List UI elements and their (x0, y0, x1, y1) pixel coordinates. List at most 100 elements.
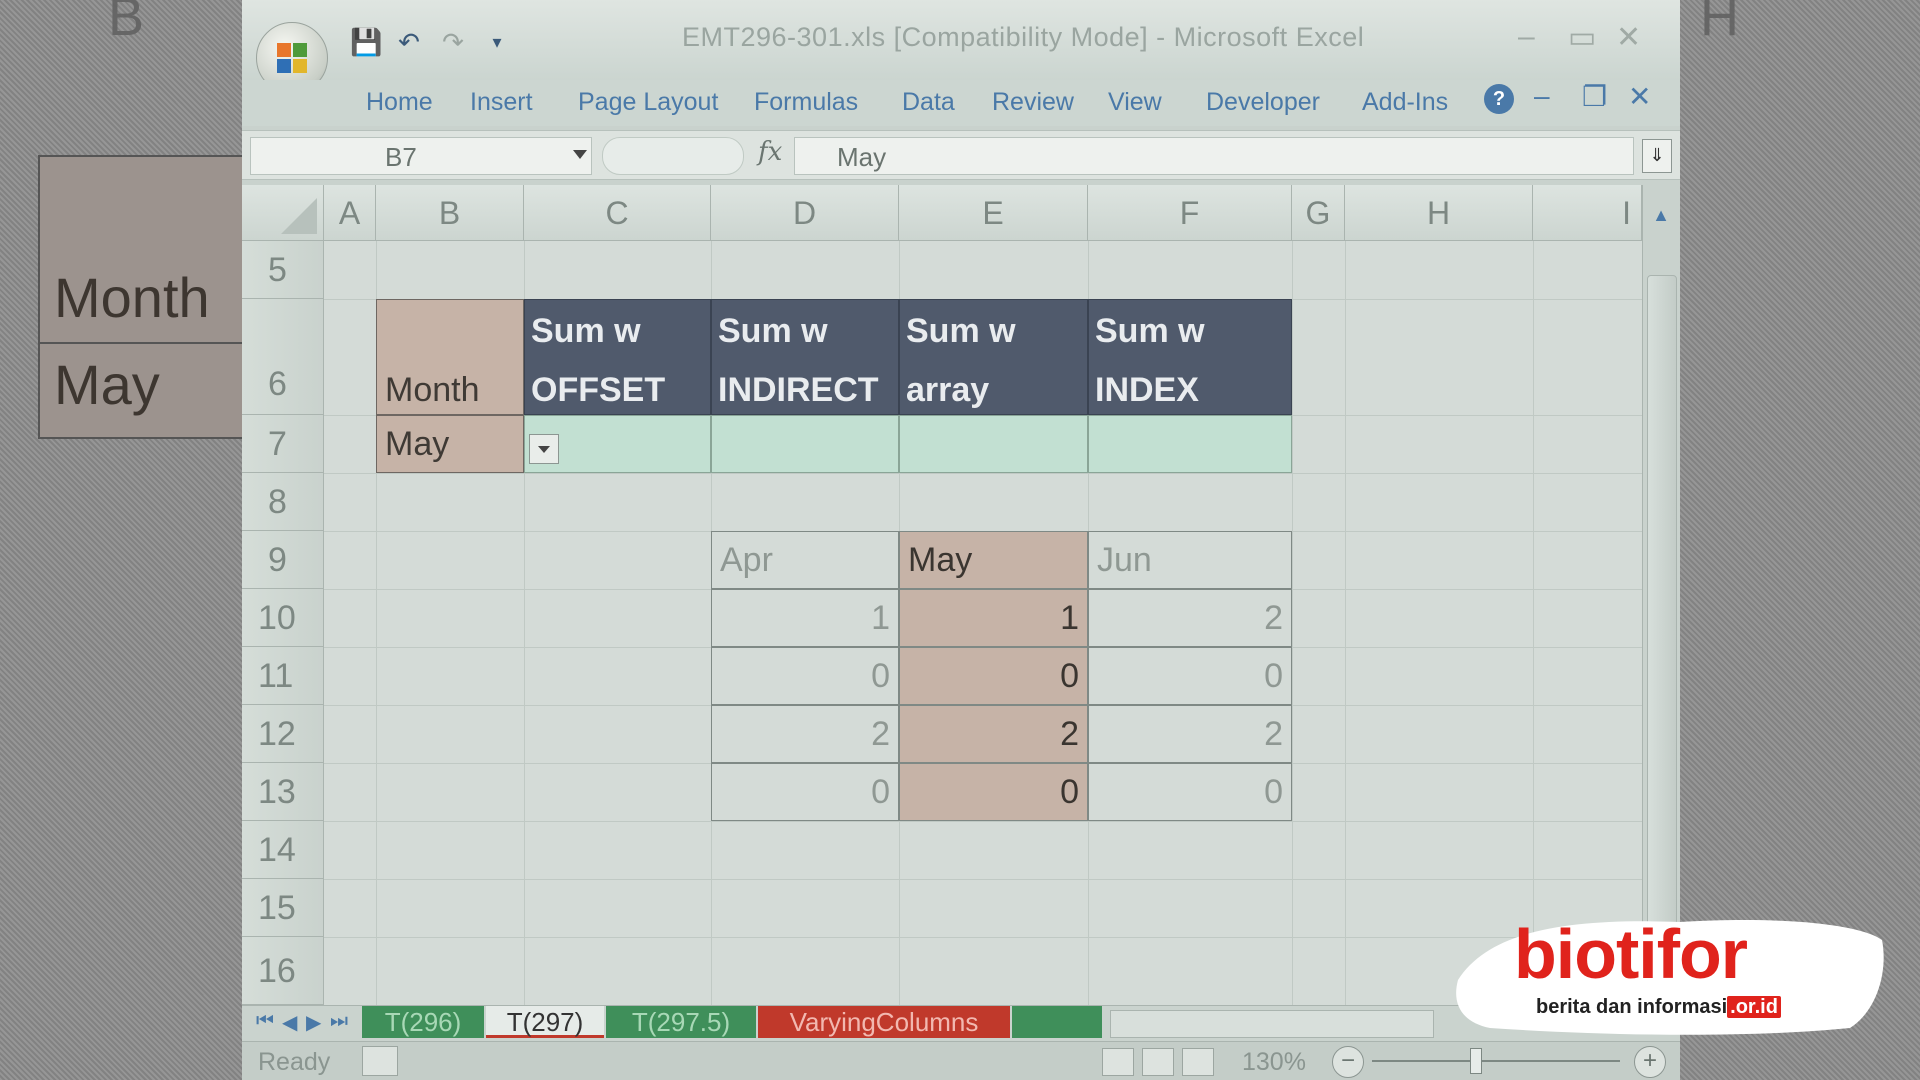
formula-input[interactable]: May (794, 137, 1634, 175)
data-cell[interactable]: 0 (1088, 647, 1292, 705)
tab-home[interactable]: Home (366, 88, 433, 117)
row-header-5[interactable]: 5 (242, 241, 324, 299)
expand-formula-bar-icon[interactable]: ⇓ (1642, 139, 1672, 173)
save-icon[interactable]: 💾 (350, 27, 382, 57)
month-header-cell[interactable]: Month (376, 299, 524, 415)
result-indirect-cell[interactable] (711, 415, 899, 473)
next-sheet-icon[interactable]: ▶ (306, 1010, 321, 1035)
sheet-tab-more[interactable] (1012, 1006, 1102, 1038)
column-header-f[interactable]: F (1088, 185, 1292, 241)
column-header-d[interactable]: D (711, 185, 899, 241)
data-cell[interactable]: 1 (899, 589, 1088, 647)
customize-qat-icon[interactable]: ▾ (482, 27, 512, 57)
tab-page-layout[interactable]: Page Layout (578, 88, 718, 117)
header-sum-offset[interactable]: Sum w OFFSET (524, 299, 711, 415)
sheet-tab-t296[interactable]: T(296) (362, 1006, 484, 1038)
scroll-thumb[interactable] (1647, 275, 1677, 997)
vertical-scrollbar[interactable]: ▲ (1642, 185, 1680, 1005)
tab-formulas[interactable]: Formulas (754, 88, 858, 117)
last-sheet-icon[interactable]: ⏭ (330, 1010, 348, 1033)
header-sum-indirect[interactable]: Sum w INDIRECT (711, 299, 899, 415)
maximize-icon[interactable]: ▭ (1568, 20, 1596, 55)
result-array-cell[interactable] (899, 415, 1088, 473)
row-header-6[interactable]: 6 (242, 299, 324, 415)
row-header-7[interactable]: 7 (242, 415, 324, 473)
tab-developer[interactable]: Developer (1206, 88, 1320, 117)
sheet-tab-t297[interactable]: T(297) (486, 1006, 604, 1038)
tab-review[interactable]: Review (992, 88, 1074, 117)
column-header-h[interactable]: H (1345, 185, 1533, 241)
help-icon[interactable]: ? (1484, 84, 1514, 114)
select-all-corner[interactable] (242, 185, 324, 241)
header-line: Sum w (531, 312, 641, 350)
row-header-13[interactable]: 13 (242, 763, 324, 821)
column-header-c[interactable]: C (524, 185, 711, 241)
header-sum-array[interactable]: Sum w array (899, 299, 1088, 415)
row-header-15[interactable]: 15 (242, 879, 324, 937)
zoom-out-icon[interactable]: − (1332, 1046, 1364, 1078)
watermark-brand: biotifor (1514, 915, 1748, 993)
ribbon-restore-icon[interactable]: ❐ (1582, 80, 1607, 113)
row-header-9[interactable]: 9 (242, 531, 324, 589)
data-cell[interactable]: 2 (899, 705, 1088, 763)
undo-icon[interactable]: ↶ (394, 27, 424, 57)
redo-icon[interactable]: ↷ (438, 27, 468, 57)
cell-area[interactable]: Month Sum w OFFSET Sum w INDIRECT Sum w … (324, 241, 1642, 1005)
ribbon-minimize-icon[interactable]: – (1534, 80, 1550, 112)
data-cell[interactable]: 0 (711, 763, 899, 821)
zoom-level[interactable]: 130% (1242, 1048, 1306, 1077)
sheet-tab-t297-5[interactable]: T(297.5) (606, 1006, 756, 1038)
page-layout-view-icon[interactable] (1142, 1048, 1174, 1076)
normal-view-icon[interactable] (1102, 1048, 1134, 1076)
close-icon[interactable]: ✕ (1616, 20, 1641, 55)
page-break-view-icon[interactable] (1182, 1048, 1214, 1076)
tab-add-ins[interactable]: Add-Ins (1362, 88, 1448, 117)
sheet-tab-varyingcolumns[interactable]: VaryingColumns (758, 1006, 1010, 1038)
first-sheet-icon[interactable]: ⏮ (256, 1010, 274, 1033)
name-box-dropdown-icon[interactable] (573, 150, 587, 159)
name-box[interactable]: B7 (250, 137, 592, 175)
result-index-cell[interactable] (1088, 415, 1292, 473)
result-offset-cell[interactable] (524, 415, 711, 473)
horizontal-scrollbar[interactable] (1110, 1010, 1434, 1038)
data-cell[interactable]: 0 (711, 647, 899, 705)
scroll-up-icon[interactable]: ▲ (1649, 205, 1673, 229)
prev-sheet-icon[interactable]: ◀ (282, 1010, 297, 1035)
data-cell[interactable]: 2 (1088, 589, 1292, 647)
column-header-e[interactable]: E (899, 185, 1088, 241)
month-header-may[interactable]: May (899, 531, 1088, 589)
minimize-icon[interactable]: – (1518, 20, 1535, 54)
data-cell[interactable]: 2 (711, 705, 899, 763)
column-header-a[interactable]: A (324, 185, 376, 241)
tab-insert[interactable]: Insert (470, 88, 533, 117)
zoom-slider-track[interactable] (1372, 1060, 1620, 1062)
tab-view[interactable]: View (1108, 88, 1162, 117)
column-header-g[interactable]: G (1292, 185, 1345, 241)
column-header-i[interactable]: I (1533, 185, 1642, 241)
row-header-10[interactable]: 10 (242, 589, 324, 647)
data-cell[interactable]: 2 (1088, 705, 1292, 763)
zoom-slider-thumb[interactable] (1470, 1048, 1482, 1074)
row-header-12[interactable]: 12 (242, 705, 324, 763)
tab-data[interactable]: Data (902, 88, 955, 117)
row-header-8[interactable]: 8 (242, 473, 324, 531)
formula-bar-handle[interactable] (602, 137, 744, 175)
data-cell[interactable]: 1 (711, 589, 899, 647)
data-cell[interactable]: 0 (899, 763, 1088, 821)
ribbon-close-icon[interactable]: ✕ (1628, 80, 1651, 113)
month-header-jun[interactable]: Jun (1088, 531, 1292, 589)
zoom-in-icon[interactable]: + (1634, 1046, 1666, 1078)
header-sum-index[interactable]: Sum w INDEX (1088, 299, 1292, 415)
data-cell[interactable]: 0 (899, 647, 1088, 705)
row-header-14[interactable]: 14 (242, 821, 324, 879)
watermark-domain: .or.id (1727, 996, 1781, 1018)
data-cell[interactable]: 0 (1088, 763, 1292, 821)
selected-month-cell[interactable]: May (376, 415, 524, 473)
column-header-b[interactable]: B (376, 185, 524, 241)
month-header-apr[interactable]: Apr (711, 531, 899, 589)
validation-dropdown-icon[interactable] (529, 434, 559, 464)
row-header-16[interactable]: 16 (242, 937, 324, 1005)
insert-function-icon[interactable]: fx (758, 137, 782, 167)
row-header-11[interactable]: 11 (242, 647, 324, 705)
macro-record-icon[interactable] (362, 1046, 398, 1076)
